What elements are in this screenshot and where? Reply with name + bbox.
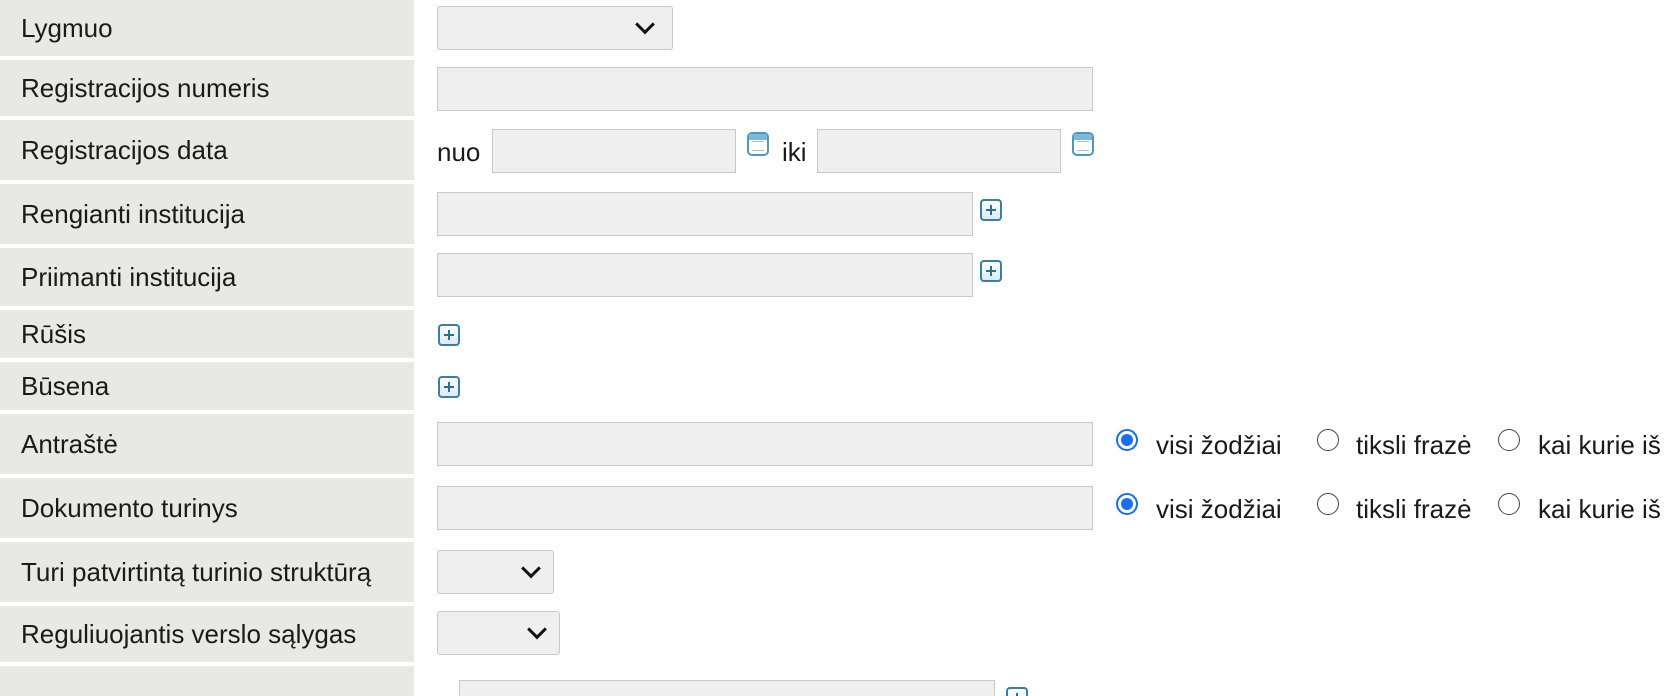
label-registracijos-data: Registracijos data [0, 120, 414, 180]
chevron-down-icon [521, 558, 541, 579]
turinys-radio-kai-kurie[interactable] [1498, 493, 1520, 515]
turinys-radio-tiksli-label: tiksli frazė [1356, 494, 1472, 524]
chevron-down-icon [635, 14, 655, 35]
antraste-radio-visi[interactable] [1116, 429, 1138, 451]
value-cell-extra [414, 666, 1678, 696]
row-lygmuo: Lygmuo [0, 0, 1678, 56]
value-cell-registracijos-numeris [414, 60, 1678, 116]
value-cell-registracijos-data: nuo iki [414, 120, 1678, 180]
reguliuojantis-select[interactable] [437, 611, 560, 655]
row-turi-struktura: Turi patvirtintą turinio struktūrą [0, 542, 1678, 602]
add-priimanti-institucija-icon[interactable] [980, 260, 1002, 282]
row-priimanti-institucija: Priimanti institucija [0, 248, 1678, 306]
value-cell-rengianti-institucija [414, 184, 1678, 244]
rengianti-institucija-input[interactable] [437, 192, 973, 236]
label-busena: Būsena [0, 362, 414, 410]
row-antraste: Antraštė visi žodžiai tiksli frazė kai k… [0, 414, 1678, 474]
add-busena-icon[interactable] [438, 376, 460, 398]
value-cell-lygmuo [414, 0, 1678, 56]
turinys-radio-visi[interactable] [1116, 493, 1138, 515]
date-from-input[interactable] [492, 129, 736, 173]
row-rusis: Rūšis [0, 310, 1678, 358]
label-registracijos-numeris: Registracijos numeris [0, 60, 414, 116]
date-from-label: nuo [437, 137, 481, 167]
turi-struktura-select[interactable] [437, 550, 554, 594]
lygmuo-select[interactable] [437, 6, 673, 50]
turinys-radio-tiksli[interactable] [1317, 493, 1339, 515]
dokumento-turinys-input[interactable] [437, 486, 1093, 530]
row-busena: Būsena [0, 362, 1678, 410]
priimanti-institucija-input[interactable] [437, 253, 973, 297]
row-extra [0, 666, 1678, 696]
search-form: Lygmuo Registracijos numeris Registracij… [0, 0, 1678, 696]
row-registracijos-numeris: Registracijos numeris [0, 60, 1678, 116]
antraste-radio-kai-kurie[interactable] [1498, 429, 1520, 451]
label-rusis: Rūšis [0, 310, 414, 358]
registracijos-numeris-input[interactable] [437, 67, 1093, 111]
antraste-radio-kai-kurie-label: kai kurie iš [1538, 430, 1661, 460]
date-to-label: iki [782, 137, 807, 167]
add-rusis-icon[interactable] [438, 324, 460, 346]
value-cell-reguliuojantis [414, 606, 1678, 662]
calendar-icon[interactable] [1072, 132, 1094, 156]
row-reguliuojantis: Reguliuojantis verslo sąlygas [0, 606, 1678, 662]
add-extra-icon[interactable] [1006, 687, 1028, 696]
value-cell-dokumento-turinys: visi žodžiai tiksli frazė kai kurie iš [414, 478, 1678, 538]
value-cell-busena [414, 362, 1678, 410]
row-registracijos-data: Registracijos data nuo iki [0, 120, 1678, 180]
label-turi-struktura: Turi patvirtintą turinio struktūrą [0, 542, 414, 602]
date-to-input[interactable] [817, 129, 1061, 173]
label-extra [0, 666, 414, 696]
turinys-radio-kai-kurie-label: kai kurie iš [1538, 494, 1661, 524]
label-rengianti-institucija: Rengianti institucija [0, 184, 414, 244]
label-priimanti-institucija: Priimanti institucija [0, 248, 414, 306]
add-rengianti-institucija-icon[interactable] [980, 199, 1002, 221]
label-dokumento-turinys: Dokumento turinys [0, 478, 414, 538]
row-dokumento-turinys: Dokumento turinys visi žodžiai tiksli fr… [0, 478, 1678, 538]
antraste-radio-tiksli-label: tiksli frazė [1356, 430, 1472, 460]
label-antraste: Antraštė [0, 414, 414, 474]
antraste-radio-tiksli[interactable] [1317, 429, 1339, 451]
row-rengianti-institucija: Rengianti institucija [0, 184, 1678, 244]
turinys-radio-visi-label: visi žodžiai [1156, 494, 1282, 524]
value-cell-priimanti-institucija [414, 248, 1678, 306]
label-reguliuojantis: Reguliuojantis verslo sąlygas [0, 606, 414, 662]
calendar-icon[interactable] [747, 132, 769, 156]
value-cell-antraste: visi žodžiai tiksli frazė kai kurie iš [414, 414, 1678, 474]
label-lygmuo: Lygmuo [0, 0, 414, 56]
antraste-radio-visi-label: visi žodžiai [1156, 430, 1282, 460]
antraste-input[interactable] [437, 422, 1093, 466]
extra-input[interactable] [459, 680, 995, 696]
chevron-down-icon [527, 619, 547, 640]
value-cell-turi-struktura [414, 542, 1678, 602]
value-cell-rusis [414, 310, 1678, 358]
